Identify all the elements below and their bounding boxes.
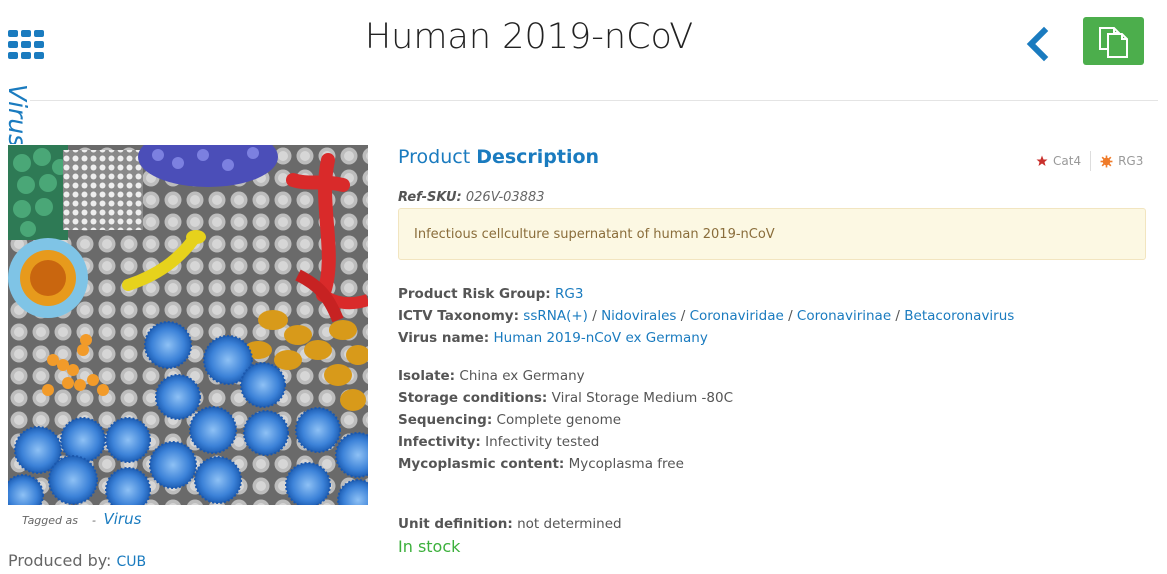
storage-value: Viral Storage Medium -80C [551, 390, 734, 406]
taxonomy-link-coronavirinae[interactable]: Coronavirinae [797, 308, 891, 324]
badge-separator [1090, 151, 1092, 171]
infectivity-label: Infectivity: [398, 434, 481, 450]
unit-definition-label: Unit definition: [398, 516, 513, 532]
isolate-label: Isolate: [398, 368, 456, 384]
taxonomy-link-coronaviridae[interactable]: Coronaviridae [690, 308, 784, 324]
taxonomy-separator: / [587, 308, 602, 324]
copy-button[interactable] [1083, 17, 1144, 65]
isolate-value: China ex Germany [459, 368, 585, 384]
star-icon [1036, 155, 1048, 166]
taxonomy-link-betacoronavirus[interactable]: Betacoronavirus [904, 308, 1014, 324]
taxonomy-line: ICTV Taxonomy: ssRNA(+) / Nidovirales / … [398, 308, 1014, 324]
back-button[interactable] [1020, 26, 1056, 62]
badge-cat-label: Cat4 [1053, 154, 1082, 168]
producer-link[interactable]: CUB [117, 554, 147, 570]
title-emphasis: Description [476, 146, 600, 168]
virus-name-link[interactable]: Human 2019-nCoV ex Germany [493, 330, 707, 346]
copy-icon [1099, 27, 1128, 58]
product-image [8, 145, 368, 505]
product-summary: Infectious cellculture supernatant of hu… [398, 208, 1146, 260]
produced-by-label: Produced by: [8, 551, 112, 570]
taxonomy-separator: / [676, 308, 690, 324]
chevron-left-icon [1026, 26, 1049, 62]
taxonomy-link-nidovirales[interactable]: Nidovirales [601, 308, 676, 324]
header-divider [30, 100, 1158, 101]
tag-link-virus[interactable]: Virus [103, 510, 141, 528]
page-title: Human 2019-nCoV [364, 17, 694, 57]
virus-name-line: Virus name: Human 2019-nCoV ex Germany [398, 330, 708, 346]
isolate-line: Isolate: China ex Germany [398, 368, 585, 384]
stock-status: In stock [398, 537, 461, 556]
storage-label: Storage conditions: [398, 390, 548, 406]
mycoplasmic-line: Mycoplasmic content: Mycoplasma free [398, 456, 684, 472]
taxonomy-separator: / [891, 308, 905, 324]
virus-name-label: Virus name: [398, 330, 490, 346]
risk-group-link[interactable]: RG3 [555, 286, 583, 302]
ref-sku-value: 026V-03883 [465, 190, 545, 205]
sequencing-value: Complete genome [496, 412, 622, 428]
taxonomy-separator: / [783, 308, 797, 324]
storage-line: Storage conditions: Viral Storage Medium… [398, 390, 733, 406]
biohazard-icon [1100, 155, 1113, 167]
infectivity-line: Infectivity: Infectivity tested [398, 434, 599, 450]
infectivity-value: Infectivity tested [485, 434, 600, 450]
tagged-as-label: Tagged as [22, 514, 78, 527]
produced-by: Produced by: CUB [8, 551, 146, 570]
risk-group-label: Product Risk Group: [398, 286, 551, 302]
unit-definition-line: Unit definition: not determined [398, 516, 622, 532]
badge-rg-label: RG3 [1118, 154, 1144, 168]
risk-group-line: Product Risk Group: RG3 [398, 286, 583, 302]
badges: Cat4 RG3 [1036, 151, 1143, 171]
tag-separator: - [92, 514, 96, 527]
mycoplasmic-label: Mycoplasmic content: [398, 456, 565, 472]
sequencing-line: Sequencing: Complete genome [398, 412, 621, 428]
title-prefix: Product [398, 146, 471, 168]
tags-row: Tagged as - Virus [22, 510, 141, 528]
taxonomy-label: ICTV Taxonomy: [398, 308, 519, 324]
ref-sku: Ref-SKU: 026V-03883 [398, 190, 545, 205]
product-description-title: Product Description [398, 146, 599, 168]
unit-definition-value: not determined [517, 516, 622, 532]
ref-sku-label: Ref-SKU: [398, 190, 462, 205]
vertical-category-label: Virus [6, 84, 34, 144]
sequencing-label: Sequencing: [398, 412, 493, 428]
category-link-virus[interactable]: Virus [6, 84, 32, 144]
mycoplasmic-value: Mycoplasma free [568, 456, 684, 472]
taxonomy-link-ssrna[interactable]: ssRNA(+) [523, 308, 588, 324]
